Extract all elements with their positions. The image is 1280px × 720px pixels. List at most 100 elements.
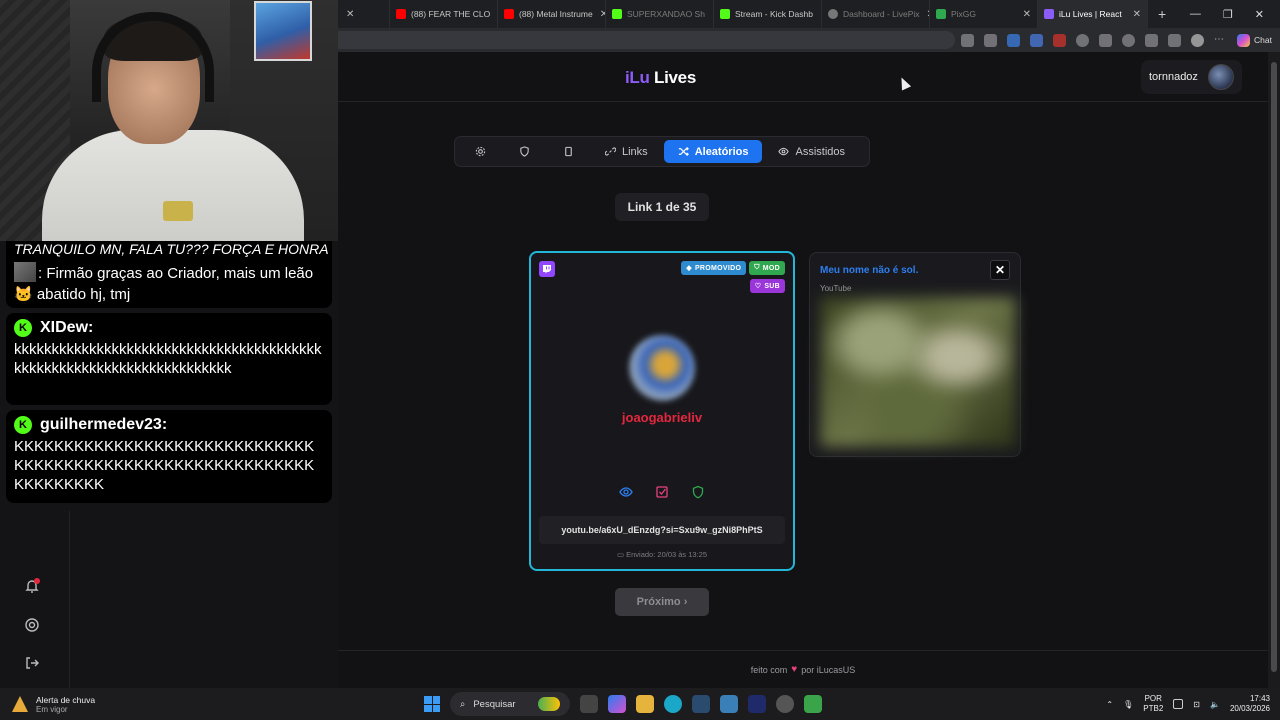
url-field[interactable] xyxy=(338,31,956,49)
app-icon[interactable] xyxy=(776,695,794,713)
webcam-feed xyxy=(0,0,338,241)
volume-icon[interactable]: 🔈 xyxy=(1210,700,1220,709)
steam-icon[interactable] xyxy=(692,695,710,713)
close-tab-icon[interactable]: ✕ xyxy=(1133,9,1141,20)
mark-watched-button[interactable] xyxy=(619,485,633,504)
link-card-preview[interactable]: Meu nome não é sol. YouTube ✕ xyxy=(809,252,1021,457)
download-icon[interactable] xyxy=(1168,33,1182,47)
chat-message-top: TRANQUILO MN, FALA TU??? FORÇA E HONRA :… xyxy=(6,241,332,308)
web-page: iLu Lives tornnadoz Links Aleatórios Ass… xyxy=(338,52,1268,688)
link-card-current[interactable]: ◆ PROMOVIDO ⛉ MOD ♡ SUB joaogabrieliv yo… xyxy=(529,251,795,571)
tab-kick-1[interactable]: SUPERXANDAO Sh✕ xyxy=(606,0,714,28)
copilot-chat-button[interactable]: Chat xyxy=(1237,33,1272,47)
user-menu[interactable]: tornnadoz xyxy=(1141,60,1242,94)
language-indicator[interactable]: POR PTB2 xyxy=(1143,694,1163,714)
youtube-icon xyxy=(396,9,406,19)
chat-body: kkkkkkkkkkkkkkkkkkkkkkkkkkkkkkkkkkkkkkkk… xyxy=(14,341,322,377)
shield-icon xyxy=(519,146,529,157)
tab-saved[interactable] xyxy=(547,140,589,163)
star-icon[interactable] xyxy=(961,33,975,47)
task-view-icon[interactable] xyxy=(580,695,598,713)
tab-random[interactable]: Aleatórios xyxy=(663,140,763,163)
tab-label: Dashboard - LivePix xyxy=(843,9,920,19)
app-icon[interactable] xyxy=(720,695,738,713)
close-tab-icon[interactable]: ✕ xyxy=(1023,9,1031,20)
tab-label: iLu Lives | React xyxy=(1059,9,1122,19)
copilot-icon[interactable] xyxy=(608,695,626,713)
app-icon[interactable] xyxy=(748,695,766,713)
screen: TRANQUILO MN, FALA TU??? FORÇA E HONRA :… xyxy=(0,0,1280,720)
video-thumbnail[interactable] xyxy=(820,297,1016,447)
windows-taskbar: Alerta de chuva Em vigor ⌕ Pesquisar ⌃ 🎙 … xyxy=(0,688,1280,720)
twitch-icon xyxy=(539,261,555,277)
checkbox-icon xyxy=(656,486,668,498)
display-icon[interactable] xyxy=(1173,699,1184,709)
shuffle-icon xyxy=(678,146,689,157)
tab-moderation[interactable] xyxy=(503,140,545,163)
extensions-icon[interactable] xyxy=(1099,33,1113,47)
badge-label: SUB xyxy=(764,282,780,290)
folder-icon[interactable] xyxy=(636,695,654,713)
extension-icon[interactable] xyxy=(1007,33,1021,47)
close-window-icon[interactable]: ✕ xyxy=(1255,8,1264,21)
close-icon[interactable]: ✕ xyxy=(990,260,1010,280)
scrollbar-thumb[interactable] xyxy=(1271,62,1277,672)
logout-icon[interactable] xyxy=(24,655,40,671)
chevron-up-icon[interactable]: ⌃ xyxy=(1106,700,1113,709)
network-icon[interactable]: ⊡ xyxy=(1193,700,1200,709)
ilu-icon xyxy=(1044,9,1054,19)
lifebuoy-icon[interactable] xyxy=(24,617,40,633)
chat-message-text: : Firmão graças ao Criador, mais um leão… xyxy=(14,262,324,305)
minimize-icon[interactable]: — xyxy=(1190,8,1201,21)
edge-icon[interactable] xyxy=(664,695,682,713)
next-button[interactable]: Próximo › xyxy=(615,588,709,616)
tab-livepix[interactable]: Dashboard - LivePix✕ xyxy=(822,0,930,28)
start-icon[interactable] xyxy=(424,696,440,712)
tab-kick-2[interactable]: Stream - Kick Dashb✕ xyxy=(714,0,822,28)
eye-icon xyxy=(619,487,633,497)
tab-label: Aleatórios xyxy=(694,145,749,158)
chat-username: K XIDew: xyxy=(14,319,324,337)
moderate-button[interactable] xyxy=(691,485,705,504)
more-icon[interactable]: ⋯ xyxy=(1214,34,1227,47)
microphone-icon[interactable]: 🎙 xyxy=(1123,700,1133,709)
tab-settings[interactable] xyxy=(459,140,501,163)
translate-icon[interactable] xyxy=(1030,33,1044,47)
app-logo[interactable]: iLu Lives xyxy=(625,68,696,88)
settings-icon[interactable] xyxy=(1122,33,1136,47)
page-scrollbar[interactable] xyxy=(1268,52,1280,688)
tab-pixgg[interactable]: PixGG ✕ xyxy=(930,0,1038,28)
close-tab-icon[interactable]: ✕ xyxy=(346,9,354,20)
tab-youtube-2[interactable]: (88) Metal Instrume✕ xyxy=(498,0,606,28)
tab-label: (88) FEAR THE CLO xyxy=(411,9,491,19)
toolbar-icons: ⋯ Chat xyxy=(961,33,1280,47)
approve-button[interactable] xyxy=(655,485,669,504)
weather-widget[interactable]: Alerta de chuva Em vigor xyxy=(0,695,200,714)
tab-ilu-lives[interactable]: iLu Lives | React ✕ xyxy=(1038,0,1148,28)
sync-icon[interactable] xyxy=(1076,33,1090,47)
chat-message: Kguilhermedev23: KKKKKKKKKKKKKKKKKKKKKKK… xyxy=(6,410,332,503)
chat-text: : Firmão graças ao Criador, mais um leão… xyxy=(14,265,314,303)
system-tray: ⌃ 🎙 POR PTB2 ⊡ 🔈 17:43 20/03/2026 xyxy=(1106,688,1270,720)
username: tornnadoz xyxy=(1149,71,1198,83)
link-url[interactable]: youtu.be/a6xU_dEnzdg?si=Sxu9w_gzNi8PhPtS xyxy=(539,516,785,544)
clock[interactable]: 17:43 20/03/2026 xyxy=(1230,694,1270,714)
search-placeholder: Pesquisar xyxy=(473,698,516,710)
taskbar-search[interactable]: ⌕ Pesquisar xyxy=(450,692,570,716)
tab-watched[interactable]: Assistidos xyxy=(764,140,859,163)
extension-icon[interactable] xyxy=(1053,33,1067,47)
restore-icon[interactable]: ❐ xyxy=(1223,8,1233,21)
new-tab-button[interactable]: + xyxy=(1158,6,1166,22)
tab-links[interactable]: Links xyxy=(591,140,662,163)
tab-label: PixGG xyxy=(951,9,977,19)
favorites-icon[interactable] xyxy=(1145,33,1159,47)
tab-youtube-1[interactable]: (88) FEAR THE CLO✕ xyxy=(390,0,498,28)
video-title[interactable]: Meu nome não é sol. xyxy=(820,265,918,276)
calendar-icon: ▭ xyxy=(616,550,627,559)
tab-hidden[interactable]: ✕ xyxy=(338,0,390,28)
footer-credit: por iLucasUS xyxy=(801,664,856,675)
profile-icon[interactable] xyxy=(1191,33,1205,47)
kick-icon: K xyxy=(14,416,32,434)
extension-icon[interactable] xyxy=(984,33,998,47)
app-icon[interactable] xyxy=(804,695,822,713)
